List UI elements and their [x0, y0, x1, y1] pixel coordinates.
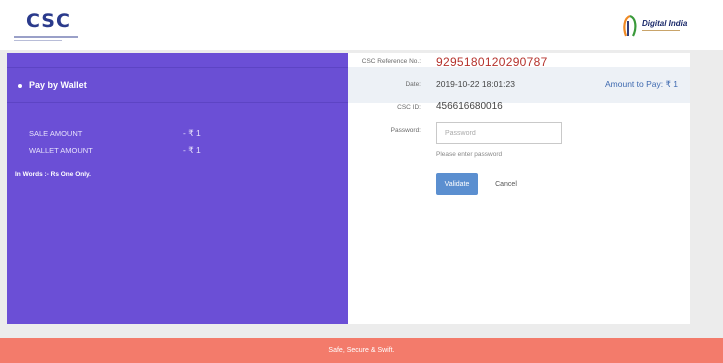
date-value: 2019-10-22 18:01:23	[436, 79, 515, 89]
payment-method-label: Pay by Wallet	[29, 80, 87, 90]
reference-value: 9295180120290787	[436, 55, 548, 69]
digital-india-text: Digital India	[642, 19, 688, 28]
csc-logo-text: CSC	[26, 10, 71, 32]
wallet-amount-label: WALLET AMOUNT	[29, 146, 93, 155]
top-header: CSC Digital India	[0, 0, 723, 50]
amount-to-pay: Amount to Pay: ₹ 1	[605, 79, 678, 90]
date-label: Date:	[405, 81, 421, 88]
cancel-button[interactable]: Cancel	[491, 173, 521, 195]
amount-to-pay-value: ₹ 1	[665, 79, 679, 89]
payment-card: Pay by Wallet SALE AMOUNT - ₹ 1 WALLET A…	[7, 53, 690, 324]
reference-label: CSC Reference No.:	[361, 58, 421, 65]
amount-to-pay-label: Amount to Pay:	[605, 79, 664, 89]
sale-amount-label: SALE AMOUNT	[29, 129, 83, 138]
digital-india-underline	[642, 30, 680, 31]
csc-id-label: CSC ID:	[397, 104, 421, 111]
digital-india-icon	[623, 14, 637, 37]
csc-logo: CSC	[14, 10, 94, 44]
wallet-amount-value: - ₹ 1	[183, 145, 201, 155]
sale-amount-value: - ₹ 1	[183, 128, 201, 138]
password-input[interactable]	[436, 122, 562, 144]
validate-button[interactable]: Validate	[436, 173, 478, 195]
footer-text: Safe, Secure & Swift.	[328, 347, 395, 354]
csc-id-value: 456616680016	[436, 101, 503, 112]
payment-method-pay-by-wallet[interactable]: Pay by Wallet	[7, 67, 348, 103]
csc-logo-tagline-line	[14, 36, 78, 38]
password-hint: Please enter password	[436, 151, 503, 158]
digital-india-logo: Digital India	[620, 14, 690, 42]
amount-in-words: In Words :- Rs One Only.	[15, 171, 91, 178]
csc-logo-tagline-line-2	[14, 40, 62, 41]
bullet-icon	[18, 84, 22, 88]
footer-bar: Safe, Secure & Swift.	[0, 338, 723, 363]
password-label: Password:	[390, 127, 421, 134]
wallet-summary-panel: Pay by Wallet SALE AMOUNT - ₹ 1 WALLET A…	[7, 53, 348, 324]
